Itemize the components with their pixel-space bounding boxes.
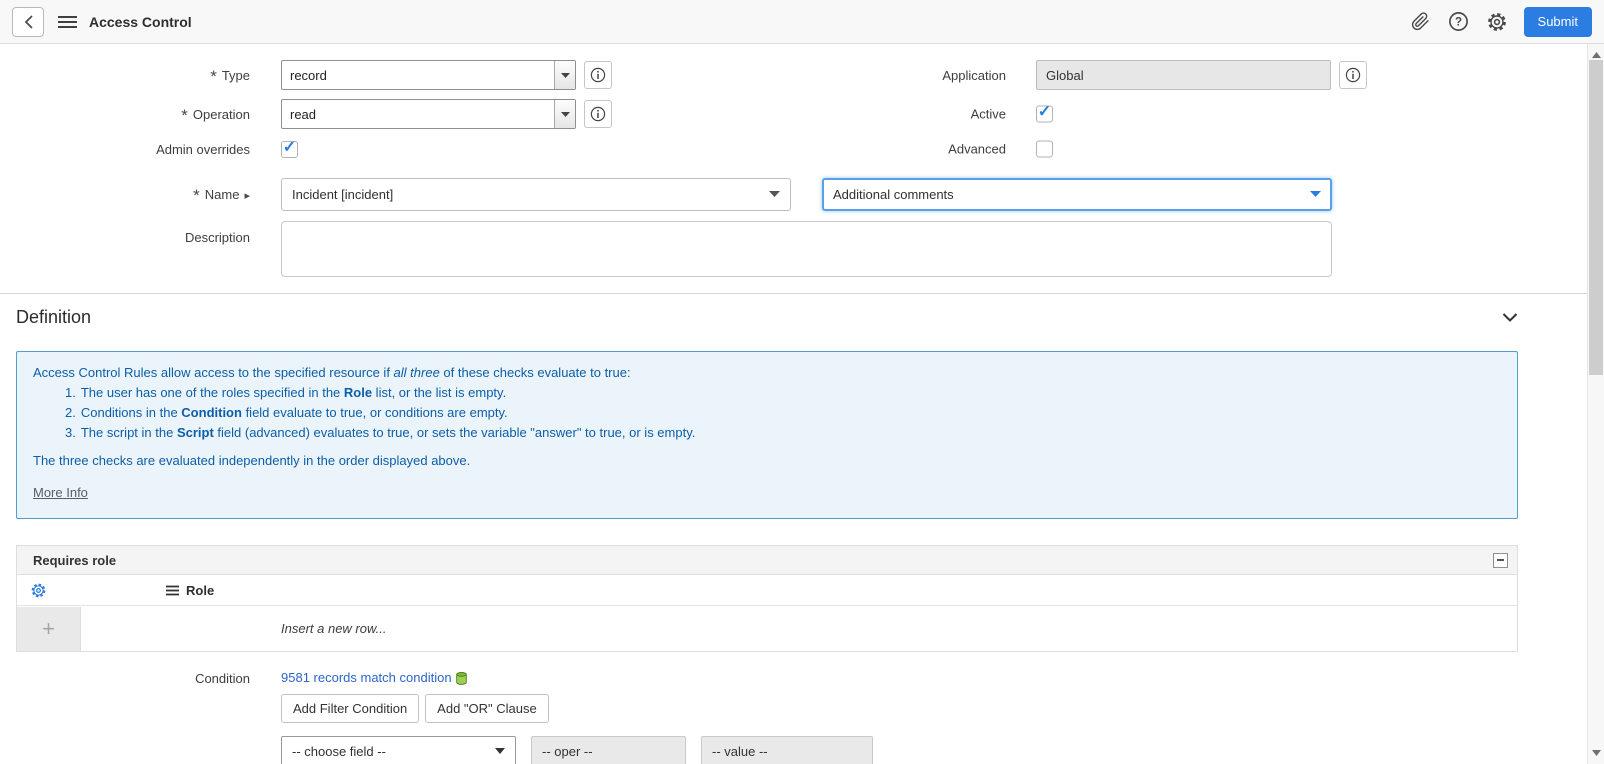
info-footer: The three checks are evaluated independe… xyxy=(33,453,471,468)
oper-select: -- oper -- xyxy=(531,736,686,764)
requires-role-header: Requires role xyxy=(17,546,1517,575)
row-operation: * Operation read Active ✓ xyxy=(16,99,1518,129)
name-table-select[interactable]: Incident [incident] xyxy=(281,177,791,211)
collapse-definition-icon[interactable] xyxy=(1502,312,1518,322)
requires-role-title: Requires role xyxy=(33,552,117,568)
context-menu-icon[interactable] xyxy=(58,15,77,29)
name-field-select[interactable]: Additional comments xyxy=(822,177,1332,211)
insert-row-button[interactable]: + xyxy=(17,606,81,651)
choose-field-select[interactable]: -- choose field -- xyxy=(281,736,516,764)
active-label: Active xyxy=(970,106,1006,122)
add-or-button[interactable]: Add "OR" Clause xyxy=(425,694,549,723)
description-textarea[interactable] xyxy=(281,221,1332,277)
definition-info-box: Access Control Rules allow access to the… xyxy=(16,351,1518,519)
check-icon: ✓ xyxy=(1037,103,1052,121)
definition-section-title: Definition xyxy=(16,306,92,327)
advanced-checkbox[interactable] xyxy=(1036,140,1053,158)
operation-select[interactable]: read xyxy=(281,99,576,129)
scrollbar[interactable] xyxy=(1587,44,1604,764)
group-active: Active ✓ xyxy=(596,103,1053,123)
advanced-label: Advanced xyxy=(948,141,1006,157)
condition-builder: 9581 records match condition Add Filter … xyxy=(281,669,873,764)
scrollbar-thumb[interactable] xyxy=(1589,60,1603,375)
type-select[interactable]: record xyxy=(281,60,576,90)
info-item: 1. The user has one of the roles specifie… xyxy=(65,385,507,400)
row-name: * Name ▸ Incident [incident] Additional co… xyxy=(16,177,1518,211)
admin-overrides-label: Admin overrides xyxy=(156,141,250,157)
group-advanced: Advanced xyxy=(596,140,1053,158)
condition-label: Condition xyxy=(195,671,250,686)
list-icon xyxy=(166,585,179,596)
header-bar: Access Control ? Submit xyxy=(0,0,1604,44)
group-application: Application Global xyxy=(596,60,1367,90)
required-icon: * xyxy=(193,186,200,205)
page-title: Access Control xyxy=(89,13,192,30)
required-icon: * xyxy=(181,106,188,125)
info-item: 3. The script in the Script field (advanc… xyxy=(65,425,696,440)
admin-overrides-checkbox[interactable]: ✓ xyxy=(281,138,298,158)
collapse-list-icon[interactable] xyxy=(1493,552,1508,568)
submit-button[interactable]: Submit xyxy=(1523,6,1592,37)
add-filter-button[interactable]: Add Filter Condition xyxy=(281,694,420,723)
chevron-down-icon xyxy=(554,61,575,89)
attachment-icon[interactable] xyxy=(1406,7,1436,37)
application-field: Global xyxy=(1036,60,1331,90)
required-icon: * xyxy=(210,67,217,86)
value-select: -- value -- xyxy=(701,736,873,764)
info-item: 2. Conditions in the Condition field eval… xyxy=(65,405,508,420)
operation-label: * Operation xyxy=(181,106,250,125)
more-info-link[interactable]: More Info xyxy=(33,484,88,502)
back-button[interactable] xyxy=(12,6,44,37)
requires-role-section: Requires role Role + Insert a new row... xyxy=(16,545,1518,652)
check-icon: ✓ xyxy=(282,138,297,156)
row-admin-overrides: Admin overrides ✓ Advanced xyxy=(16,138,1518,160)
form-content: * Type record Application Global * Operati… xyxy=(0,44,1587,764)
records-match-link[interactable]: 9581 records match condition xyxy=(281,670,452,685)
dropdown-triangle-icon xyxy=(495,748,505,754)
application-label: Application xyxy=(942,67,1006,83)
dropdown-triangle-icon xyxy=(1310,191,1321,197)
row-type: * Type record Application Global xyxy=(16,60,1518,90)
application-info-icon[interactable] xyxy=(1339,61,1367,89)
settings-icon[interactable] xyxy=(1482,7,1512,37)
role-column-header[interactable]: Role xyxy=(166,583,214,598)
row-condition: Condition 9581 records match condition A… xyxy=(16,669,1518,764)
chevron-down-icon xyxy=(554,100,575,128)
records-icon xyxy=(455,672,467,685)
dropdown-triangle-icon xyxy=(769,191,780,197)
section-divider xyxy=(0,293,1587,294)
name-label: * Name ▸ xyxy=(193,186,250,205)
active-checkbox[interactable]: ✓ xyxy=(1036,103,1053,123)
insert-row-text[interactable]: Insert a new row... xyxy=(281,621,387,636)
role-table-header: Role xyxy=(17,575,1517,606)
list-settings-icon[interactable] xyxy=(30,582,47,599)
expand-arrow-icon[interactable]: ▸ xyxy=(244,190,250,202)
info-intro: Access Control Rules allow access to the… xyxy=(33,365,631,380)
description-label: Description xyxy=(184,230,250,245)
svg-text:?: ? xyxy=(1455,17,1462,29)
help-icon[interactable]: ? xyxy=(1444,7,1474,37)
type-label: * Type xyxy=(210,67,250,86)
definition-section-header: Definition xyxy=(16,304,1518,330)
insert-row: + Insert a new row... xyxy=(17,606,1517,651)
scroll-down-icon[interactable] xyxy=(1588,745,1604,761)
row-description: Description xyxy=(16,221,1518,277)
